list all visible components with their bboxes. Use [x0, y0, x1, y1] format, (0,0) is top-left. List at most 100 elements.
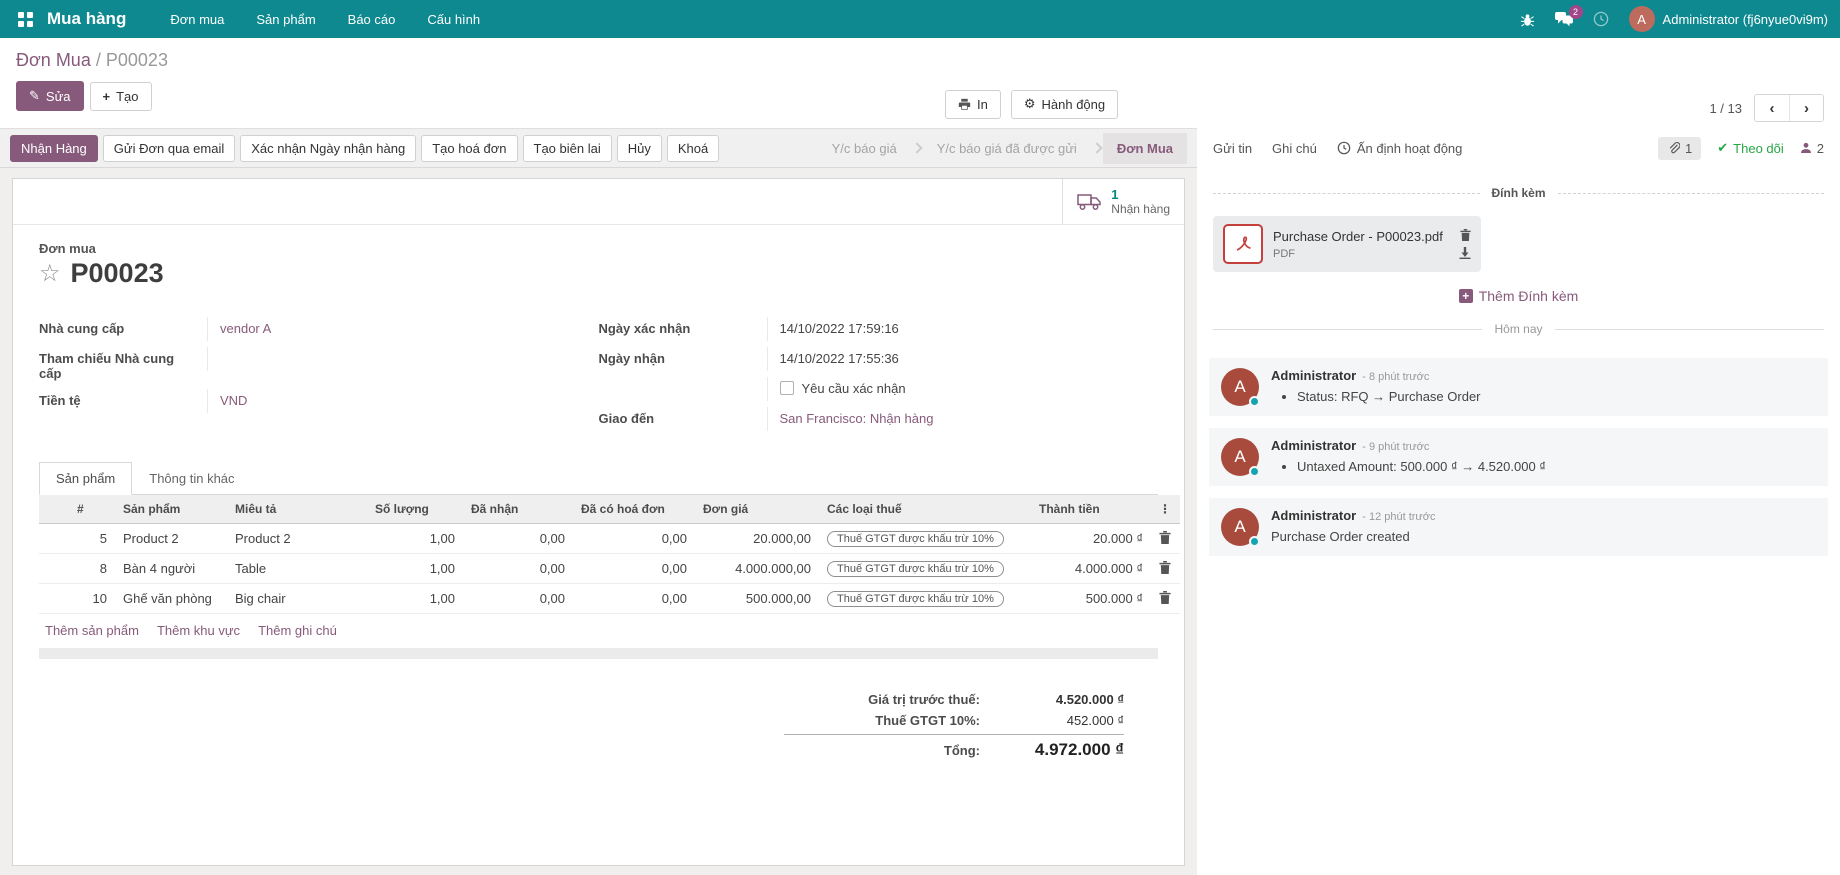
debug-bug-icon[interactable]	[1520, 12, 1535, 27]
col-taxes[interactable]: Các loại thuế	[819, 495, 1031, 524]
optional-columns-icon[interactable]: ⋮	[1151, 495, 1180, 524]
follower-count: 2	[1817, 141, 1824, 156]
vendor-ref-value[interactable]	[207, 347, 507, 371]
tax-badge: Thuế GTGT được khấu trừ 10%	[827, 531, 1004, 547]
add-product-link[interactable]: Thêm sản phẩm	[45, 623, 139, 638]
col-description[interactable]: Miêu tả	[227, 495, 367, 524]
menu-bao-cao[interactable]: Báo cáo	[334, 2, 410, 37]
col-seq[interactable]: #	[69, 495, 115, 524]
check-icon: ✔	[1717, 140, 1728, 156]
cell-received: 0,00	[463, 524, 573, 554]
message-body: Untaxed Amount: 500.000 ₫ → 4.520.000 ₫	[1297, 459, 1546, 474]
attachment-count: 1	[1685, 141, 1692, 156]
menu-don-mua[interactable]: Đơn mua	[156, 2, 238, 37]
col-product[interactable]: Sản phẩm	[115, 495, 227, 524]
delete-line-icon[interactable]	[1159, 591, 1171, 604]
gear-icon: ⚙	[1024, 97, 1036, 112]
menu-san-pham[interactable]: Sản phẩm	[242, 2, 329, 37]
add-section-link[interactable]: Thêm khu vực	[157, 623, 240, 638]
stage-purchase-order[interactable]: Đơn Mua	[1103, 133, 1187, 164]
cell-subtotal: 500.000 ₫	[1031, 584, 1151, 614]
top-navbar: Mua hàng Đơn mua Sản phẩm Báo cáo Cấu hì…	[0, 0, 1840, 38]
pager-counter: 1 / 13	[1709, 101, 1742, 116]
col-received[interactable]: Đã nhận	[463, 495, 573, 524]
attachment-card: Purchase Order - P00023.pdf PDF	[1213, 216, 1481, 272]
doc-type-label: Đơn mua	[39, 241, 1158, 256]
follow-button[interactable]: ✔ Theo dõi	[1717, 140, 1784, 156]
log-note-button[interactable]: Ghi chú	[1272, 141, 1317, 156]
chevron-right-icon	[1091, 142, 1102, 153]
send-message-button[interactable]: Gửi tin	[1213, 141, 1252, 156]
col-subtotal[interactable]: Thành tiền	[1031, 495, 1151, 524]
add-attachment-button[interactable]: + Thêm Đính kèm	[1197, 288, 1840, 304]
followers-button[interactable]: 2	[1800, 141, 1824, 156]
currency-link[interactable]: VND	[220, 393, 247, 408]
message-author: Administrator	[1271, 438, 1356, 453]
app-brand[interactable]: Mua hàng	[47, 9, 126, 29]
tab-other-info[interactable]: Thông tin khác	[132, 462, 251, 495]
attachments-toggle[interactable]: 1	[1658, 137, 1701, 160]
receipt-stat-button[interactable]: 1 Nhận hàng	[1062, 179, 1184, 224]
main-menu: Đơn mua Sản phẩm Báo cáo Cấu hình	[156, 2, 494, 37]
stage-rfq-sent[interactable]: Y/c báo giá đã được gửi	[923, 133, 1091, 164]
table-row[interactable]: 8 Bàn 4 người Table 1,00 0,00 0,00 4.000…	[39, 554, 1180, 584]
cell-qty: 1,00	[367, 584, 463, 614]
receive-products-button[interactable]: Nhận Hàng	[10, 135, 98, 162]
delete-line-icon[interactable]	[1159, 561, 1171, 574]
stage-rfq[interactable]: Y/c báo giá	[818, 133, 911, 164]
create-receipt-button[interactable]: Tạo biên lai	[523, 135, 612, 162]
receipt-date-value: 14/10/2022 17:55:36	[767, 347, 1067, 371]
col-qty[interactable]: Số lượng	[367, 495, 463, 524]
cell-product: Ghế văn phòng	[115, 584, 227, 614]
lock-button[interactable]: Khoá	[667, 135, 719, 162]
download-attachment-icon[interactable]	[1459, 247, 1471, 259]
field-group-left: Nhà cung cấp vendor A Tham chiếu Nhà cun…	[39, 315, 599, 435]
pager-previous-button[interactable]: ‹	[1755, 95, 1789, 121]
activities-clock-icon[interactable]	[1593, 11, 1609, 27]
add-note-link[interactable]: Thêm ghi chú	[258, 623, 337, 638]
send-by-email-button[interactable]: Gửi Đơn qua email	[103, 135, 235, 162]
pager: 1 / 13 ‹ ›	[1709, 94, 1824, 122]
messages-icon[interactable]: 2	[1555, 12, 1573, 27]
col-billed[interactable]: Đã có hoá đơn	[573, 495, 695, 524]
status-pipeline: Y/c báo giá Y/c báo giá đã được gửi Đơn …	[818, 133, 1187, 164]
pager-next-button[interactable]: ›	[1789, 95, 1823, 121]
vendor-link[interactable]: vendor A	[220, 321, 271, 336]
table-header-row: # Sản phẩm Miêu tả Số lượng Đã nhận Đã c…	[39, 495, 1180, 524]
breadcrumb-parent[interactable]: Đơn Mua	[16, 50, 91, 70]
confirm-receipt-date-button[interactable]: Xác nhận Ngày nhận hàng	[240, 135, 416, 162]
table-row[interactable]: 5 Product 2 Product 2 1,00 0,00 0,00 20.…	[39, 524, 1180, 554]
currency-label: Tiền tệ	[39, 389, 207, 412]
schedule-activity-button[interactable]: Ấn định hoạt động	[1337, 141, 1463, 156]
user-menu[interactable]: A Administrator (fj6nyue0vi9m)	[1629, 6, 1828, 32]
avatar: A	[1221, 368, 1259, 406]
statusbar: Nhận Hàng Gửi Đơn qua email Xác nhận Ngà…	[0, 128, 1197, 168]
ask-confirm-spacer	[599, 377, 767, 385]
edit-button[interactable]: ✎ Sửa	[16, 81, 84, 111]
print-button[interactable]: In	[945, 90, 1001, 119]
create-button[interactable]: + Tạo	[90, 82, 152, 111]
apps-menu-icon[interactable]	[18, 12, 33, 27]
ask-confirmation-checkbox[interactable]	[780, 381, 794, 395]
totals-block: Giá trị trước thuế: 4.520.000 ₫ Thuế GTG…	[784, 689, 1124, 763]
cancel-button[interactable]: Hủy	[617, 135, 662, 162]
form-sheet: 1 Nhận hàng Đơn mua ☆ P00023 Nhà cung cấ…	[12, 178, 1185, 866]
delete-attachment-icon[interactable]	[1460, 229, 1471, 241]
chevron-right-icon	[911, 142, 922, 153]
message-body: Purchase Order created	[1271, 529, 1436, 544]
delete-line-icon[interactable]	[1159, 531, 1171, 544]
total-value: 4.972.000 ₫	[994, 740, 1124, 760]
action-button[interactable]: ⚙ Hành động	[1011, 90, 1118, 119]
menu-cau-hinh[interactable]: Cấu hình	[413, 2, 494, 37]
table-row[interactable]: 10 Ghế văn phòng Big chair 1,00 0,00 0,0…	[39, 584, 1180, 614]
attachment-name[interactable]: Purchase Order - P00023.pdf	[1273, 229, 1449, 244]
tab-products[interactable]: Sản phẩm	[39, 462, 132, 495]
online-dot	[1249, 536, 1260, 547]
create-bill-button[interactable]: Tạo hoá đơn	[421, 135, 517, 162]
col-unit-price[interactable]: Đơn giá	[695, 495, 819, 524]
favorite-star-icon[interactable]: ☆	[39, 262, 61, 286]
deliver-to-link[interactable]: San Francisco: Nhận hàng	[780, 411, 934, 426]
receipt-label: Nhận hàng	[1111, 202, 1170, 216]
breadcrumb-current: P00023	[106, 50, 168, 70]
receipt-date-label: Ngày nhận	[599, 347, 767, 370]
